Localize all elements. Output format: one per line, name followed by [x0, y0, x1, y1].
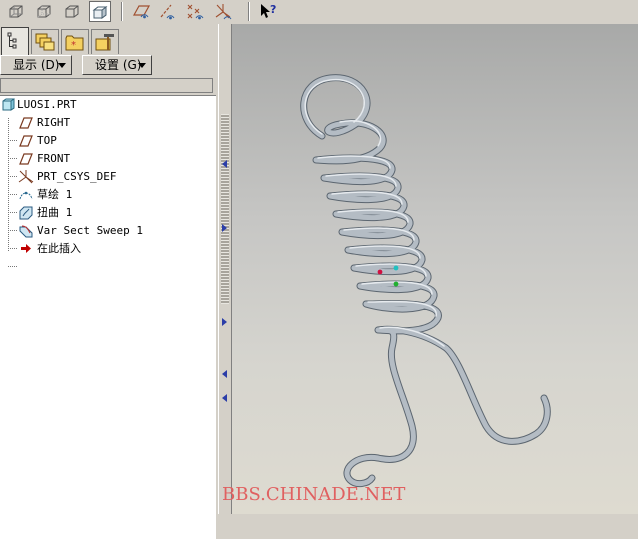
tab-layers[interactable]: [31, 29, 59, 54]
hidden-line-cube-icon: [37, 5, 51, 18]
tree-connector: [8, 248, 17, 249]
collapse-left-arrow-icon[interactable]: [222, 160, 227, 168]
tree-connector: [8, 118, 9, 251]
layers-icon: [35, 33, 55, 51]
toolbar-separator: [121, 2, 123, 21]
tab-favorites[interactable]: *: [61, 29, 89, 54]
tree-item-label: TOP: [37, 134, 57, 147]
coordinate-system-display-icon: [215, 4, 232, 20]
watermark-text: BBS.CHINADE.NET: [222, 484, 406, 505]
datum-plane-icon: [18, 133, 34, 148]
tree-item-label: LUOSI.PRT: [17, 98, 77, 111]
panel-splitter[interactable]: [218, 24, 232, 514]
settings-menu-button[interactable]: 设置 (G): [82, 55, 152, 75]
datum-plane-toggle-button[interactable]: [130, 1, 152, 22]
chevron-down-icon: [138, 63, 146, 68]
show-menu-button[interactable]: 显示 (D): [0, 55, 72, 75]
tree-column-header: [0, 78, 213, 93]
warp-icon: [18, 205, 34, 220]
favorites-folder-icon: *: [65, 35, 84, 51]
insert-here-arrow-icon: [18, 241, 34, 256]
tree-connector: [8, 266, 17, 267]
datum-plane-display-icon: [132, 5, 151, 19]
datum-point-toggle-button[interactable]: [184, 1, 206, 22]
navigator-panel: * 显示 (D) 设置 (G) LUOSI.PRT RIGHT TOP FRON…: [0, 24, 218, 539]
tree-item-label: 草绘 1: [37, 188, 73, 201]
model-tree-icon: [7, 32, 17, 49]
tree-item-label: 在此插入: [37, 242, 81, 255]
navigator-tabs: *: [0, 27, 218, 55]
tree-item-label: RIGHT: [37, 116, 71, 129]
datum-plane-icon: [18, 151, 34, 166]
coord-sys-toggle-button[interactable]: [212, 1, 234, 22]
expand-right-arrow-icon[interactable]: [222, 224, 227, 232]
datum-point-marker: [393, 265, 399, 271]
whats-this-help-icon: ?: [261, 3, 276, 18]
main-toolbar: ?: [0, 0, 638, 25]
datum-point-marker: [393, 281, 399, 287]
sweep-icon: [18, 223, 34, 238]
collapse-left-arrow-icon[interactable]: [222, 370, 227, 378]
tree-connector: [8, 194, 17, 195]
hidden-line-view-button[interactable]: [33, 1, 55, 22]
expand-right-arrow-icon[interactable]: [222, 318, 227, 326]
tree-item-label: Var Sect Sweep 1: [37, 224, 143, 237]
tree-connector: [8, 230, 17, 231]
toolbar-separator: [248, 2, 250, 21]
graphics-window[interactable]: [232, 24, 638, 514]
tree-connector: [8, 158, 17, 159]
coordinate-system-icon: [18, 169, 34, 184]
sketch-icon: [18, 187, 34, 202]
tools-hammer-icon: [95, 34, 114, 51]
show-menu-label: 显示 (D): [13, 58, 60, 72]
shaded-cube-icon: [92, 6, 108, 19]
splitter-grip[interactable]: [221, 114, 229, 304]
tab-model-tree[interactable]: [1, 27, 29, 55]
tree-connector: [8, 176, 17, 177]
tab-tools[interactable]: [91, 29, 119, 54]
tree-connector: [8, 212, 17, 213]
svg-text:?: ?: [270, 3, 276, 16]
svg-text:*: *: [71, 40, 76, 51]
wireframe-view-button[interactable]: [5, 1, 27, 22]
collapse-left-arrow-icon[interactable]: [222, 394, 227, 402]
datum-plane-icon: [18, 115, 34, 130]
shaded-view-button[interactable]: [89, 1, 111, 22]
tree-item-label: 扭曲 1: [37, 206, 73, 219]
wireframe-cube-icon: [9, 5, 23, 18]
tree-menubar: 显示 (D) 设置 (G): [0, 55, 218, 76]
spring-model: [300, 74, 551, 488]
datum-axis-display-icon: [160, 4, 175, 20]
datum-point-marker: [377, 269, 383, 275]
tree-item-label: FRONT: [37, 152, 71, 165]
no-hidden-view-button[interactable]: [61, 1, 83, 22]
tree-item-label: PRT_CSYS_DEF: [37, 170, 117, 183]
part-icon: [1, 97, 17, 112]
datum-point-display-icon: [187, 4, 204, 20]
tree-connector: [8, 140, 17, 141]
context-help-button[interactable]: ?: [256, 1, 278, 22]
no-hidden-cube-icon: [65, 5, 79, 18]
model-tree: LUOSI.PRT RIGHT TOP FRONT PRT_CSYS_DEF 草…: [0, 95, 216, 539]
datum-axis-toggle-button[interactable]: [156, 1, 178, 22]
settings-menu-label: 设置 (G): [95, 58, 142, 72]
chevron-down-icon: [58, 63, 66, 68]
